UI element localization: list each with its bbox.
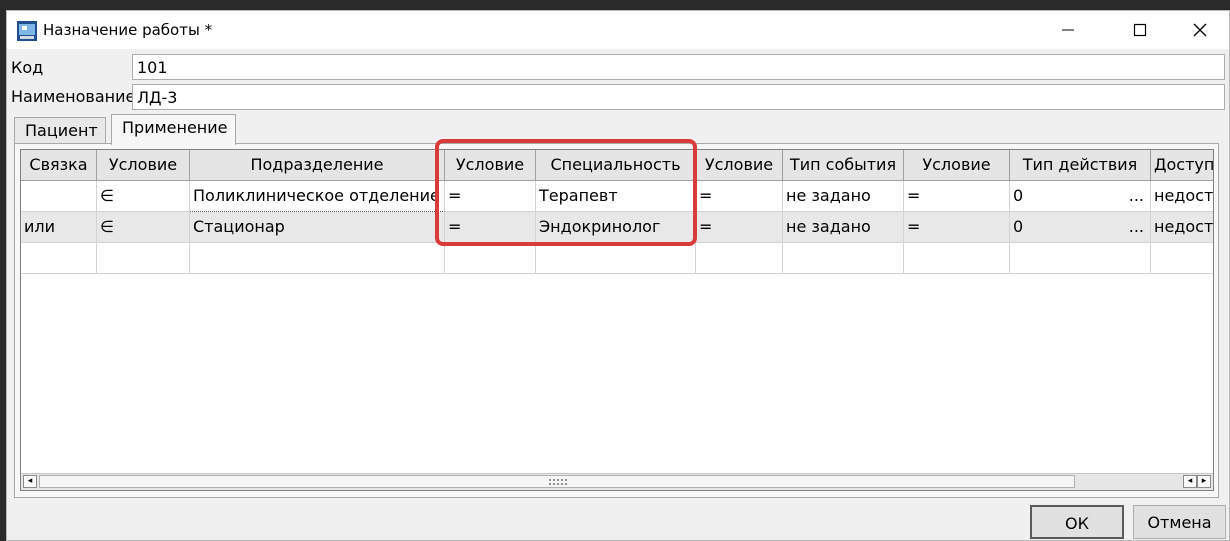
table-cell[interactable] xyxy=(1151,243,1213,274)
table-cell[interactable]: ∈ xyxy=(97,212,190,243)
name-label: Наименование xyxy=(11,87,136,106)
tab-patient[interactable]: Пациент xyxy=(14,117,106,144)
table-cell[interactable]: не задано xyxy=(783,181,904,212)
title-bar: Назначение работы * xyxy=(7,11,1229,49)
table-cell[interactable] xyxy=(696,243,783,274)
table-cell[interactable]: недоступ xyxy=(1151,181,1213,212)
name-field[interactable] xyxy=(132,84,1225,110)
scroll-left-button-right[interactable]: ◂ xyxy=(1183,475,1197,488)
window-title: Назначение работы * xyxy=(43,21,213,39)
app-icon xyxy=(17,21,37,41)
table-cell[interactable]: = xyxy=(696,212,783,243)
close-button[interactable] xyxy=(1172,11,1228,49)
table-cell[interactable]: = xyxy=(904,212,1010,243)
maximize-button[interactable] xyxy=(1112,11,1168,49)
table-cell[interactable] xyxy=(445,243,536,274)
table-cell[interactable]: ∈ xyxy=(97,181,190,212)
tab-application[interactable]: Применение xyxy=(111,114,236,145)
table-cell[interactable] xyxy=(536,243,696,274)
scroll-left-button[interactable]: ◂ xyxy=(23,475,37,488)
table-cell[interactable] xyxy=(190,243,445,274)
code-field[interactable] xyxy=(132,54,1225,80)
table-cell[interactable]: недоступ xyxy=(1151,212,1213,243)
column-header[interactable]: Условие xyxy=(904,150,1010,181)
column-header[interactable]: Тип события xyxy=(783,150,904,181)
table-cell[interactable] xyxy=(1010,243,1151,274)
table-cell[interactable]: = xyxy=(904,181,1010,212)
scroll-right-button[interactable]: ▸ xyxy=(1197,475,1211,488)
table-cell[interactable] xyxy=(783,243,904,274)
column-header[interactable]: Условие xyxy=(97,150,190,181)
highlight-frame xyxy=(435,139,697,246)
minimize-button[interactable] xyxy=(1040,11,1096,49)
close-icon xyxy=(1193,23,1207,37)
table-cell[interactable]: = xyxy=(696,181,783,212)
grip-icon xyxy=(548,478,568,485)
cancel-button[interactable]: Отмена xyxy=(1133,505,1226,539)
scroll-thumb[interactable] xyxy=(39,475,1075,488)
table-cell[interactable] xyxy=(21,243,97,274)
column-header[interactable]: Связка xyxy=(21,150,97,181)
column-header[interactable]: Подразделение xyxy=(190,150,445,181)
cell-value: 0 xyxy=(1013,186,1024,205)
code-label: Код xyxy=(11,58,44,77)
ellipsis-button[interactable]: ... xyxy=(1129,217,1144,236)
ok-button[interactable]: ОК xyxy=(1030,505,1124,539)
dialog-window: Назначение работы * Код Наименование Пац… xyxy=(6,10,1230,541)
minimize-icon xyxy=(1062,29,1074,31)
table-cell[interactable]: 0 ... xyxy=(1010,181,1151,212)
table-cell[interactable]: Стационар xyxy=(190,212,445,243)
ellipsis-button[interactable]: ... xyxy=(1129,186,1144,205)
column-header[interactable]: Доступно xyxy=(1151,150,1213,181)
maximize-icon xyxy=(1133,23,1147,37)
table-cell[interactable]: не задано xyxy=(783,212,904,243)
cell-value: 0 xyxy=(1013,217,1024,236)
table-cell[interactable] xyxy=(904,243,1010,274)
table-cell[interactable] xyxy=(21,181,97,212)
table-cell[interactable]: Поликлиническое отделение ... xyxy=(190,181,445,212)
table-cell[interactable]: или xyxy=(21,212,97,243)
table-cell[interactable]: 0 ... xyxy=(1010,212,1151,243)
horizontal-scrollbar[interactable]: ◂ ◂ ▸ xyxy=(21,473,1213,490)
column-header[interactable]: Тип действия xyxy=(1010,150,1151,181)
column-header[interactable]: Условие xyxy=(696,150,783,181)
table-cell[interactable] xyxy=(97,243,190,274)
